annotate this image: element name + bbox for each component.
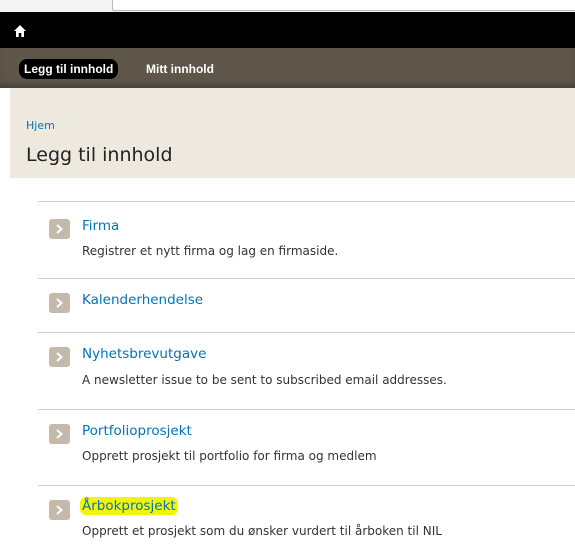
content-type-link[interactable]: Nyhetsbrevutgave	[82, 346, 206, 362]
content-type-link-highlighted[interactable]: Årbokprosjekt	[80, 497, 178, 515]
list-item-arbokprosjekt: Årbokprosjekt Opprett et prosjekt som du…	[38, 485, 575, 552]
arrow-right-icon[interactable]	[49, 500, 70, 520]
breadcrumb-home-link[interactable]: Hjem	[26, 119, 55, 132]
admin-toolbar	[0, 12, 575, 48]
list-item-kalenderhendelse: Kalenderhendelse	[38, 278, 575, 332]
browser-chrome-strip	[0, 0, 575, 12]
page-header: Hjem Legg til innhold	[10, 88, 575, 178]
highlighted-title: Årbokprosjekt	[80, 497, 178, 515]
content-type-link[interactable]: Firma	[82, 218, 119, 234]
content-type-description: Opprett prosjekt til portfolio for firma…	[82, 449, 377, 463]
home-icon[interactable]	[13, 23, 27, 37]
arrow-right-icon[interactable]	[49, 293, 70, 313]
address-bar[interactable]	[112, 0, 575, 11]
arrow-right-icon[interactable]	[49, 347, 70, 367]
arrow-right-icon[interactable]	[49, 424, 70, 444]
list-item-firma: Firma Registrer et nytt firma og lag en …	[38, 201, 575, 278]
content-type-description: Opprett et prosjekt som du ønsker vurder…	[82, 524, 442, 538]
page-title: Legg til innhold	[26, 144, 173, 166]
shortcut-add-content[interactable]: Legg til innhold	[19, 59, 119, 79]
shortcut-my-content[interactable]: Mitt innhold	[146, 59, 214, 79]
list-item-nyhetsbrevutgave: Nyhetsbrevutgave A newsletter issue to b…	[38, 332, 575, 409]
content-type-description: Registrer et nytt firma og lag en firmas…	[82, 244, 339, 258]
content-type-link[interactable]: Kalenderhendelse	[82, 292, 203, 308]
content-type-link[interactable]: Portfolioprosjekt	[82, 423, 192, 439]
content-type-description: A newsletter issue to be sent to subscri…	[82, 373, 447, 387]
content-type-list: Firma Registrer et nytt firma og lag en …	[38, 201, 575, 552]
arrow-right-icon[interactable]	[49, 219, 70, 239]
list-item-portfolioprosjekt: Portfolioprosjekt Opprett prosjekt til p…	[38, 409, 575, 485]
shortcuts-bar: Legg til innhold Mitt innhold	[0, 48, 575, 88]
